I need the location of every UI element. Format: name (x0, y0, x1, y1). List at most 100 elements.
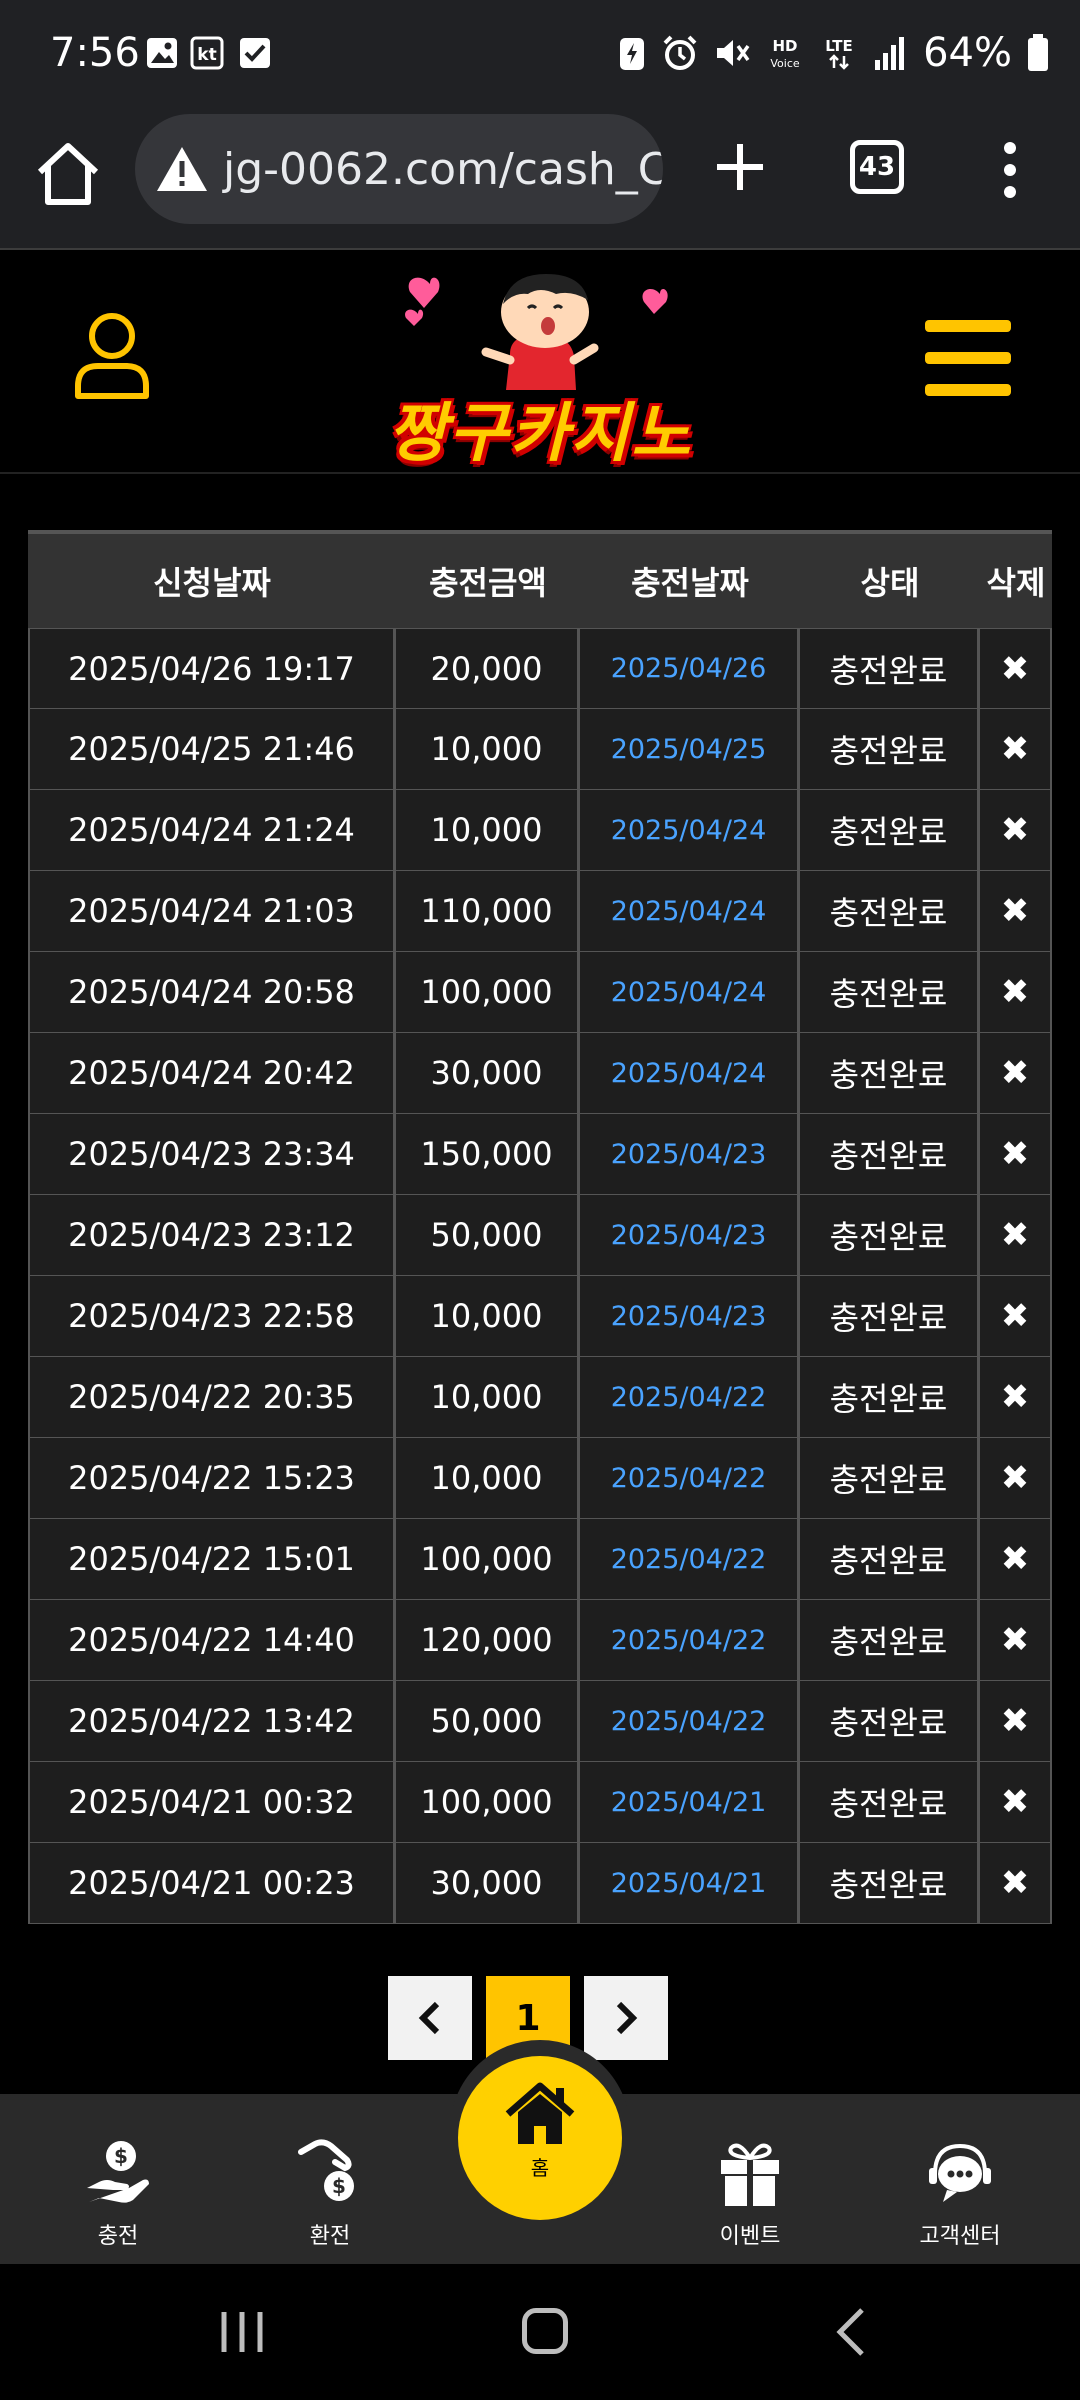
charge-date-cell[interactable]: 2025/04/24 (580, 871, 800, 951)
charge-date-cell[interactable]: 2025/04/23 (580, 1276, 800, 1356)
status-time: 7:56 (50, 30, 140, 76)
gallery-icon (147, 38, 177, 68)
request-date-cell: 2025/04/25 21:46 (28, 709, 396, 789)
menu-icon[interactable] (925, 320, 1011, 396)
header-status: 상태 (860, 564, 920, 602)
logo-character-icon (405, 274, 668, 390)
amount-cell: 50,000 (396, 1195, 580, 1275)
browser-home-icon[interactable] (30, 136, 106, 212)
request-date-cell: 2025/04/23 22:58 (28, 1276, 396, 1356)
status-cell: 충전완료 (800, 1519, 980, 1599)
recents-icon[interactable] (218, 2310, 266, 2354)
delete-icon[interactable]: ✖ (1001, 1539, 1030, 1579)
status-cell: 충전완료 (800, 952, 980, 1032)
battery-saver-icon (620, 38, 645, 70)
delete-icon[interactable]: ✖ (1001, 1458, 1030, 1498)
charge-date-cell[interactable]: 2025/04/21 (580, 1762, 800, 1842)
nav-support[interactable]: 고객센터 (880, 2094, 1040, 2264)
more-menu-icon[interactable] (995, 138, 1025, 202)
delete-cell: ✖ (980, 1762, 1052, 1842)
delete-icon[interactable]: ✖ (1001, 1134, 1030, 1174)
charge-date-cell[interactable]: 2025/04/24 (580, 952, 800, 1032)
request-date-cell: 2025/04/22 20:35 (28, 1357, 396, 1437)
delete-cell: ✖ (980, 1114, 1052, 1194)
url-text[interactable]: jg-0062.com/cash_C (223, 144, 663, 195)
charge-date-cell[interactable]: 2025/04/26 (580, 629, 800, 708)
table-row: 2025/04/22 13:42 50,000 2025/04/22 충전완료 ✖ (28, 1681, 1052, 1762)
charge-date-cell[interactable]: 2025/04/22 (580, 1600, 800, 1680)
back-icon[interactable] (832, 2306, 868, 2358)
charge-date-cell[interactable]: 2025/04/22 (580, 1438, 800, 1518)
charge-date-cell[interactable]: 2025/04/22 (580, 1357, 800, 1437)
charge-date-cell[interactable]: 2025/04/25 (580, 709, 800, 789)
user-icon[interactable] (72, 310, 152, 400)
table-row: 2025/04/25 21:46 10,000 2025/04/25 충전완료 ✖ (28, 709, 1052, 790)
support-icon (929, 2143, 991, 2202)
table-row: 2025/04/24 20:58 100,000 2025/04/24 충전완료 ✖ (28, 952, 1052, 1033)
delete-icon[interactable]: ✖ (1001, 1701, 1030, 1741)
lte-icon: LTE (825, 37, 853, 70)
tab-switcher-button[interactable]: 43 (850, 140, 904, 194)
delete-cell: ✖ (980, 1357, 1052, 1437)
url-bar[interactable]: jg-0062.com/cash_C (135, 114, 663, 224)
battery-percent: 64% (923, 30, 1012, 76)
request-date-cell: 2025/04/24 20:58 (28, 952, 396, 1032)
svg-text:LTE: LTE (825, 37, 853, 55)
status-cell: 충전완료 (800, 1600, 980, 1680)
delete-cell: ✖ (980, 1600, 1052, 1680)
amount-cell: 120,000 (396, 1600, 580, 1680)
delete-cell: ✖ (980, 1438, 1052, 1518)
next-page-button[interactable] (584, 1976, 668, 2060)
nav-charge[interactable]: $ 충전 (38, 2094, 198, 2264)
status-cell: 충전완료 (800, 790, 980, 870)
charge-date-cell[interactable]: 2025/04/23 (580, 1195, 800, 1275)
nav-exchange[interactable]: $ 환전 (250, 2094, 410, 2264)
signal-icon (875, 37, 905, 70)
request-date-cell: 2025/04/23 23:12 (28, 1195, 396, 1275)
amount-cell: 110,000 (396, 871, 580, 951)
charge-date-cell[interactable]: 2025/04/21 (580, 1843, 800, 1923)
delete-icon[interactable]: ✖ (1001, 972, 1030, 1012)
status-cell: 충전완료 (800, 1357, 980, 1437)
request-date-cell: 2025/04/21 00:32 (28, 1762, 396, 1842)
amount-cell: 50,000 (396, 1681, 580, 1761)
delete-icon[interactable]: ✖ (1001, 1620, 1030, 1660)
status-cell: 충전완료 (800, 1762, 980, 1842)
charge-date-cell[interactable]: 2025/04/24 (580, 1033, 800, 1113)
request-date-cell: 2025/04/26 19:17 (28, 629, 396, 708)
delete-icon[interactable]: ✖ (1001, 729, 1030, 769)
svg-text:kt: kt (197, 45, 216, 65)
request-date-cell: 2025/04/21 00:23 (28, 1843, 396, 1923)
delete-icon[interactable]: ✖ (1001, 1863, 1030, 1903)
nav-home-button[interactable]: 홈 (458, 2056, 622, 2220)
site-logo[interactable]: 짱구카지노 (360, 264, 720, 471)
delete-icon[interactable]: ✖ (1001, 1782, 1030, 1822)
table-row: 2025/04/23 23:34 150,000 2025/04/23 충전완료 ✖ (28, 1114, 1052, 1195)
delete-icon[interactable]: ✖ (1001, 1053, 1030, 1093)
delete-cell: ✖ (980, 952, 1052, 1032)
delete-icon[interactable]: ✖ (1001, 649, 1030, 689)
delete-icon[interactable]: ✖ (1001, 891, 1030, 931)
warning-icon[interactable] (155, 144, 209, 194)
nav-event[interactable]: 이벤트 (670, 2094, 830, 2264)
table-row: 2025/04/22 20:35 10,000 2025/04/22 충전완료 ✖ (28, 1357, 1052, 1438)
charge-date-cell[interactable]: 2025/04/23 (580, 1114, 800, 1194)
table-row: 2025/04/21 00:32 100,000 2025/04/21 충전완료 ✖ (28, 1762, 1052, 1843)
status-cell: 충전완료 (800, 871, 980, 951)
delete-icon[interactable]: ✖ (1001, 1377, 1030, 1417)
delete-cell: ✖ (980, 1843, 1052, 1923)
android-home-icon[interactable] (522, 2308, 568, 2354)
charge-date-cell[interactable]: 2025/04/22 (580, 1519, 800, 1599)
delete-cell: ✖ (980, 1276, 1052, 1356)
charge-date-cell[interactable]: 2025/04/22 (580, 1681, 800, 1761)
delete-icon[interactable]: ✖ (1001, 810, 1030, 850)
delete-icon[interactable]: ✖ (1001, 1296, 1030, 1336)
charge-date-cell[interactable]: 2025/04/24 (580, 790, 800, 870)
delete-icon[interactable]: ✖ (1001, 1215, 1030, 1255)
chevron-right-icon (616, 2001, 638, 2035)
prev-page-button[interactable] (388, 1976, 472, 2060)
new-tab-icon[interactable] (705, 132, 775, 202)
table-row: 2025/04/23 23:12 50,000 2025/04/23 충전완료 ✖ (28, 1195, 1052, 1276)
delete-cell: ✖ (980, 1033, 1052, 1113)
charge-history-table: 신청날짜 충전금액 충전날짜 상태 삭제 2025/04/26 19:17 20,… (28, 530, 1052, 1924)
